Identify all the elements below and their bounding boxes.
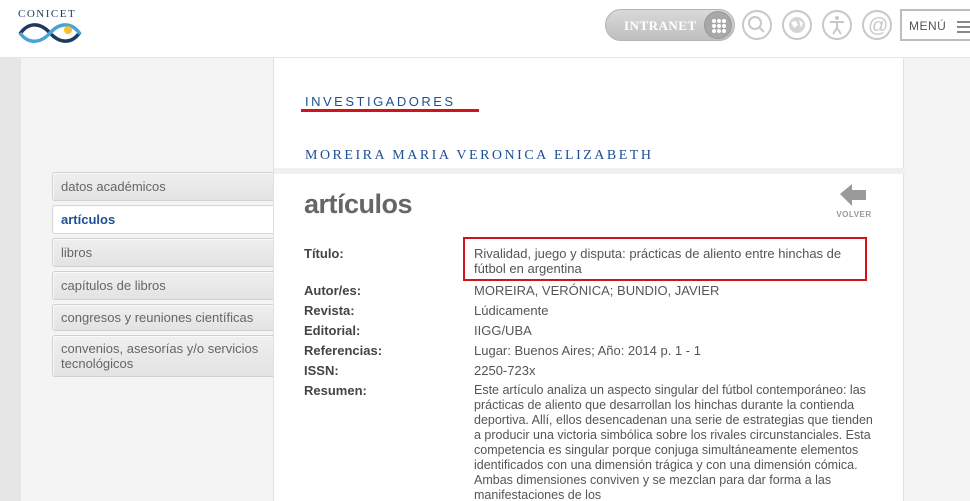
detail-row-revista: Revista: Lúdicamente xyxy=(304,303,884,318)
at-icon[interactable]: @ xyxy=(862,10,892,40)
conicet-logo[interactable]: CONICET xyxy=(18,8,88,48)
detail-row-editorial: Editorial: IIGG/UBA xyxy=(304,323,884,338)
detail-row-autores: Autor/es: MOREIRA, VERÓNICA; BUNDIO, JAV… xyxy=(304,283,884,298)
menu-button[interactable]: MENÚ xyxy=(900,9,970,41)
sidebar-item-datos-academicos[interactable]: datos académicos xyxy=(52,172,273,201)
editorial-value: IIGG/UBA xyxy=(474,323,532,338)
sidebar-item-convenios[interactable]: convenios, asesorías y/o servicios tecno… xyxy=(52,335,273,377)
logo-text: CONICET xyxy=(18,8,77,20)
sidebar-item-articulos[interactable]: artículos xyxy=(52,205,273,234)
svg-text:@: @ xyxy=(868,15,888,37)
issn-value: 2250-723x xyxy=(474,363,536,378)
article-details: Título: Rivalidad, juego y disputa: prác… xyxy=(304,237,884,501)
sidebar-item-congresos[interactable]: congresos y reuniones científicas xyxy=(52,304,273,331)
back-label: VOLVER xyxy=(836,210,872,219)
apps-grid-icon xyxy=(704,11,732,39)
sidebar-item-libros[interactable]: libros xyxy=(52,238,273,267)
left-gutter xyxy=(0,58,21,501)
back-arrow-icon xyxy=(840,184,866,206)
detail-row-resumen: Resumen: Este artículo analiza un aspect… xyxy=(304,383,884,501)
title-highlight-box xyxy=(463,237,867,281)
referencias-label: Referencias: xyxy=(304,343,383,358)
resumen-value: Este artículo analiza un aspecto singula… xyxy=(474,383,873,501)
detail-row-titulo: Título: Rivalidad, juego y disputa: prác… xyxy=(304,237,884,281)
menu-label: MENÚ xyxy=(909,19,947,33)
autores-value: MOREIRA, VERÓNICA; BUNDIO, JAVIER xyxy=(474,283,720,298)
titulo-label: Título: xyxy=(304,246,344,261)
page-title: artículos xyxy=(304,189,413,219)
resumen-label: Resumen: xyxy=(304,383,367,398)
top-header: CONICET INTRANET @ MENÚ xyxy=(0,0,970,58)
back-button[interactable]: VOLVER xyxy=(836,182,876,220)
hamburger-icon xyxy=(957,21,970,36)
logo-emblem xyxy=(18,23,82,43)
detail-row-referencias: Referencias: Lugar: Buenos Aires; Año: 2… xyxy=(304,343,884,358)
accessibility-icon[interactable] xyxy=(822,10,852,40)
intranet-label: INTRANET xyxy=(624,18,697,33)
referencias-value: Lugar: Buenos Aires; Año: 2014 p. 1 - 1 xyxy=(474,343,701,358)
autores-label: Autor/es: xyxy=(304,283,362,298)
editorial-label: Editorial: xyxy=(304,323,361,338)
sidebar-item-capitulos-de-libros[interactable]: capítulos de libros xyxy=(52,271,273,300)
detail-row-issn: ISSN: 2250-723x xyxy=(304,363,884,378)
section-title: INVESTIGADORES xyxy=(305,94,456,109)
researcher-name: MOREIRA MARIA VERONICA ELIZABETH xyxy=(305,148,654,163)
revista-value: Lúdicamente xyxy=(474,303,549,318)
intranet-button[interactable]: INTRANET xyxy=(605,9,735,41)
main-content: INVESTIGADORES MOREIRA MARIA VERONICA EL… xyxy=(273,58,905,501)
section-divider xyxy=(274,168,905,174)
globe-icon[interactable] xyxy=(782,10,812,40)
section-title-underline xyxy=(301,109,479,112)
search-icon[interactable] xyxy=(742,10,772,40)
sidebar-nav: datos académicos artículos libros capítu… xyxy=(52,172,273,381)
revista-label: Revista: xyxy=(304,303,355,318)
issn-label: ISSN: xyxy=(304,363,339,378)
right-gutter xyxy=(904,58,970,501)
